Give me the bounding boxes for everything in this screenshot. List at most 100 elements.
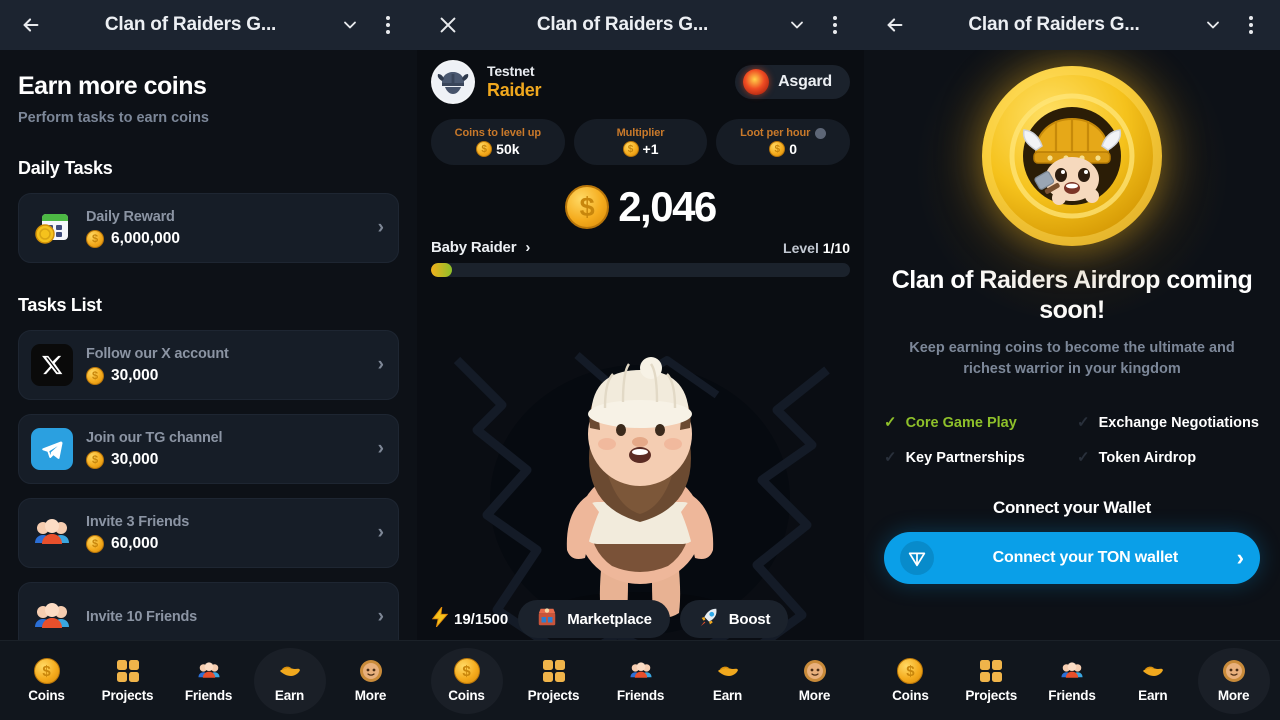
left-panel-body: Earn more coins Perform tasks to earn co…: [0, 50, 417, 720]
nav-label: More: [798, 688, 831, 703]
task-name: Join our TG channel: [86, 429, 223, 446]
chevron-right-icon[interactable]: ›: [378, 606, 384, 628]
task-amount-row: 30,000: [86, 450, 365, 469]
roadmap-label: Exchange Negotiations: [1098, 415, 1259, 432]
stat-label-row: Loot per hour: [740, 127, 827, 139]
nav-item-friends[interactable]: Friends: [1036, 648, 1108, 714]
kebab-menu-icon[interactable]: [820, 10, 850, 40]
task-row[interactable]: Join our TG channel 30,000 ›: [18, 414, 399, 484]
stat-loot-per-hour[interactable]: Loot per hour 0: [716, 119, 851, 165]
daily-tasks-heading: Daily Tasks: [18, 158, 113, 178]
chevron-down-icon[interactable]: [1196, 8, 1230, 42]
nav-label: Friends: [184, 688, 233, 703]
hand-coin-icon: [715, 658, 741, 684]
nav-item-earn[interactable]: Earn: [692, 648, 764, 714]
level-label: Level: [783, 239, 819, 256]
nav-item-friends[interactable]: Friends: [605, 648, 677, 714]
boost-label: Boost: [728, 610, 771, 628]
earn-title: Earn more coins: [18, 72, 207, 100]
app-screen: Clan of Raiders G... Earn more coins Per…: [0, 0, 1280, 720]
nav-item-projects[interactable]: Projects: [955, 648, 1027, 714]
chevron-right-icon[interactable]: ›: [378, 217, 384, 239]
close-icon[interactable]: [431, 8, 465, 42]
task-row[interactable]: Follow our X account 30,000 ›: [18, 330, 399, 400]
nav-item-more[interactable]: More: [335, 648, 407, 714]
nav-label: Coins: [448, 688, 485, 703]
roadmap-label: Core Game Play: [905, 415, 1017, 432]
nav-item-more[interactable]: More: [779, 648, 851, 714]
check-icon: ✓: [884, 448, 897, 466]
level-value: 1/10: [822, 239, 850, 256]
stat-value-row: 50k: [476, 141, 520, 157]
info-icon[interactable]: [815, 127, 827, 139]
level-name-button[interactable]: Baby Raider ›: [431, 239, 530, 256]
kebab-menu-icon[interactable]: [1236, 10, 1266, 40]
store-icon: [536, 606, 558, 632]
nav-label: Projects: [527, 688, 580, 703]
check-icon: ✓: [884, 414, 897, 432]
arrow-left-icon[interactable]: [878, 8, 912, 42]
task-row[interactable]: Invite 3 Friends 60,000 ›: [18, 498, 399, 568]
baby-raider-character[interactable]: [495, 356, 785, 624]
chevron-right-icon[interactable]: ›: [378, 522, 384, 544]
task-amount: 30,000: [111, 366, 159, 384]
chevron-down-icon[interactable]: [780, 8, 814, 42]
nav-item-earn[interactable]: Earn: [1117, 648, 1189, 714]
nav-label: Earn: [712, 688, 743, 703]
arrow-left-icon[interactable]: [14, 8, 48, 42]
nav-label: More: [1217, 688, 1250, 703]
fire-emblem-icon: [743, 69, 770, 95]
bottom-nav-left: Coins Projects Friends: [0, 640, 417, 720]
viking-coin-icon: [982, 66, 1162, 246]
ton-diamond-icon: [900, 540, 934, 575]
coin-icon: [453, 658, 480, 684]
check-icon: ✓: [1077, 414, 1090, 432]
nav-item-coins[interactable]: Coins: [11, 648, 83, 714]
task-name: Invite 3 Friends: [86, 513, 190, 530]
level-value-block: Level 1/10: [783, 240, 850, 256]
kebab-menu-icon[interactable]: [373, 10, 403, 40]
nav-item-friends[interactable]: Friends: [173, 648, 245, 714]
clan-name: Asgard: [778, 73, 832, 90]
connect-ton-wallet-button[interactable]: Connect your TON wallet ›: [884, 531, 1260, 584]
stat-multiplier[interactable]: Multiplier +1: [573, 119, 708, 165]
avatar-more-icon: [1221, 658, 1247, 684]
clan-badge[interactable]: Asgard: [735, 65, 850, 99]
chevron-down-icon[interactable]: [333, 8, 367, 42]
task-amount: 60,000: [111, 534, 159, 552]
friends-icon: [628, 658, 654, 684]
nav-item-coins[interactable]: Coins: [874, 648, 946, 714]
marketplace-button[interactable]: Marketplace: [518, 600, 670, 638]
avatar-more-icon: [358, 658, 384, 684]
viking-helmet-avatar[interactable]: [431, 60, 475, 104]
page-title: Clan of Raiders G...: [968, 14, 1140, 35]
grid-icon: [978, 658, 1004, 684]
task-amount: 30,000: [111, 450, 159, 468]
nav-item-more[interactable]: More: [1197, 647, 1270, 714]
coin-icon: [622, 141, 639, 157]
left-panel: Clan of Raiders G... Earn more coins Per…: [0, 0, 417, 720]
stat-value-row: +1: [622, 141, 658, 157]
chevron-right-icon[interactable]: ›: [378, 438, 384, 460]
nav-item-earn[interactable]: Earn: [253, 647, 326, 714]
coin-icon: [565, 185, 610, 229]
daily-reward-card[interactable]: Daily Reward 6,000,000 ›: [18, 193, 399, 263]
stat-label: Loot per hour: [740, 127, 811, 139]
page-title: Clan of Raiders G...: [104, 14, 277, 35]
telegram-icon: [31, 428, 73, 470]
boost-button[interactable]: Boost: [679, 600, 789, 638]
nav-item-projects[interactable]: Projects: [92, 648, 164, 714]
energy-indicator[interactable]: 19/1500: [431, 605, 508, 631]
friends-icon: [31, 596, 73, 638]
marketplace-label: Marketplace: [567, 610, 652, 628]
chevron-right-icon: ›: [1236, 544, 1244, 570]
browser-header-center: Clan of Raiders G...: [417, 0, 864, 50]
roadmap-item-core-game-play: ✓ Core Game Play: [884, 414, 1067, 433]
wallet-section-title: Connect your Wallet: [992, 497, 1152, 517]
chevron-right-icon[interactable]: ›: [378, 354, 384, 376]
nav-item-coins[interactable]: Coins: [430, 647, 503, 714]
coin-icon: [897, 658, 924, 684]
stat-coins-to-level-up[interactable]: Coins to level up 50k: [431, 119, 565, 165]
coin-icon: [86, 534, 104, 553]
nav-item-projects[interactable]: Projects: [518, 648, 590, 714]
